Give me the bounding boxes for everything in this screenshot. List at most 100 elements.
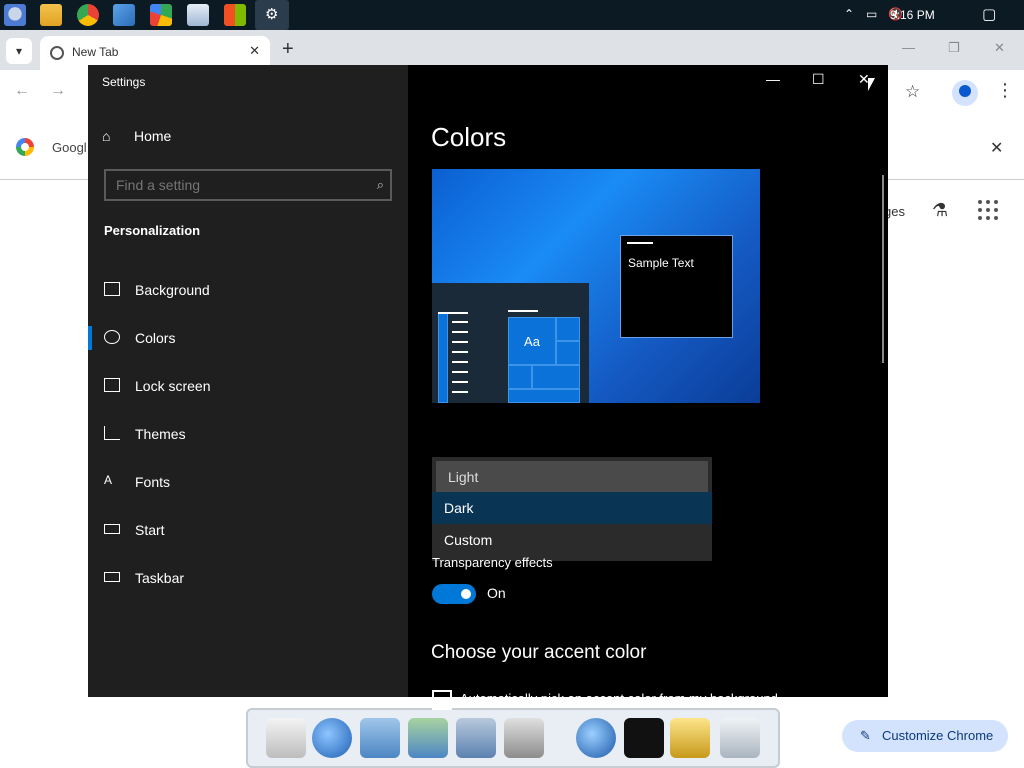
restore-browser-button[interactable]: ❐: [948, 40, 960, 56]
back-icon[interactable]: ←: [14, 82, 30, 100]
preview-line: [452, 341, 468, 343]
auto-accent-label: Automatically pick an accent color from …: [460, 691, 778, 706]
start-icon: [104, 524, 120, 534]
find-setting-search: ⌕: [104, 169, 392, 201]
folder-icon[interactable]: [360, 718, 400, 758]
network-icon[interactable]: [187, 4, 209, 26]
windows-logo-icon[interactable]: [224, 4, 246, 26]
close-browser-button[interactable]: ✕: [994, 40, 1005, 56]
apps-grid-icon[interactable]: [978, 200, 1000, 222]
info-bar-text: Googl: [52, 140, 87, 155]
file-explorer-icon[interactable]: [40, 4, 62, 26]
nav-item-label: Lock screen: [135, 378, 211, 394]
nav-item-label: Themes: [135, 426, 186, 442]
preview-line: [452, 391, 468, 393]
auto-accent-checkbox[interactable]: [432, 690, 452, 710]
preview-start-menu: Aa: [432, 283, 589, 403]
home-link[interactable]: ⌂ Home: [102, 128, 171, 144]
utilities-icon[interactable]: [504, 718, 544, 758]
dock: [246, 708, 780, 768]
color-preview: Sample Text Aa: [432, 169, 760, 403]
nav-item-label: Fonts: [135, 474, 171, 490]
preview-line: [508, 310, 538, 312]
preview-title-bar: [627, 242, 653, 244]
taskbar-icon: [104, 572, 120, 582]
nav-item-fonts[interactable]: A Fonts: [88, 462, 408, 502]
maximize-icon[interactable]: ☐: [812, 71, 825, 88]
preview-line: [452, 351, 468, 353]
sample-text: Sample Text: [628, 256, 694, 270]
window-title: Settings: [102, 75, 146, 89]
toggle-state: On: [487, 585, 506, 601]
nav-item-start[interactable]: Start: [88, 510, 408, 550]
nav-item-lock-screen[interactable]: Lock screen: [88, 366, 408, 406]
nav-item-label: Colors: [135, 330, 176, 346]
tools-icon[interactable]: [670, 718, 710, 758]
web-globe-icon[interactable]: [312, 718, 352, 758]
preview-line: [438, 312, 468, 314]
customize-chrome-button[interactable]: ✎ Customize Chrome: [842, 720, 1008, 752]
play-store-icon[interactable]: [150, 4, 172, 26]
section-title: Personalization: [104, 223, 201, 238]
nav-item-taskbar[interactable]: Taskbar: [88, 558, 408, 598]
accent-title: Choose your accent color: [431, 642, 647, 663]
desktop: ⚙ ⌃ ▭ 🔇 9:16 PM ▢ ▾ New Tab ✕ + — ❐ ✕ ← …: [0, 0, 1024, 768]
menu-kebab-icon[interactable]: ⋮: [996, 80, 1014, 101]
preview-line: [452, 371, 468, 373]
preview-line: [452, 321, 468, 323]
browser-tab-strip: ▾ New Tab ✕ + — ❐ ✕: [0, 30, 1024, 70]
nav-item-label: Start: [135, 522, 165, 538]
color-mode-dropdown[interactable]: Light Dark Custom: [432, 457, 712, 561]
search-icon[interactable]: ⌕: [377, 177, 384, 193]
preview-tile: [508, 389, 580, 403]
nav-item-colors[interactable]: Colors: [88, 318, 408, 358]
palette-icon: [104, 330, 120, 344]
home-icon: ⌂: [102, 128, 111, 144]
shared-folder-icon[interactable]: [408, 718, 448, 758]
images-folder-icon[interactable]: [456, 718, 496, 758]
trash-icon[interactable]: [720, 718, 760, 758]
tshirt-icon[interactable]: [624, 718, 664, 758]
notification-icon[interactable]: ▢: [982, 5, 996, 23]
minimize-browser-button[interactable]: —: [902, 40, 915, 55]
network-globe-icon[interactable]: [576, 718, 616, 758]
preview-tile: [556, 317, 580, 341]
chrome-icon[interactable]: [77, 4, 99, 26]
chevron-up-icon[interactable]: ⌃: [844, 7, 854, 21]
new-tab-button[interactable]: +: [282, 38, 294, 61]
transparency-toggle[interactable]: [432, 584, 476, 604]
nav-item-background[interactable]: Background: [88, 270, 408, 310]
finder-icon[interactable]: [4, 4, 26, 26]
preview-line: [452, 361, 468, 363]
text-editor-icon[interactable]: [266, 718, 306, 758]
bookmark-star-icon[interactable]: ☆: [905, 82, 920, 102]
tab-search-button[interactable]: ▾: [6, 38, 32, 64]
preview-tile: [556, 341, 580, 365]
nav-item-label: Taskbar: [135, 570, 185, 586]
minimize-icon[interactable]: —: [766, 71, 780, 87]
photos-icon[interactable]: [113, 4, 135, 26]
mouse-cursor-icon: [868, 78, 875, 91]
profile-avatar-icon[interactable]: [952, 80, 978, 106]
preview-line: [452, 381, 468, 383]
labs-flask-icon[interactable]: ⚗: [932, 200, 948, 221]
google-icon: [16, 138, 34, 156]
forward-icon[interactable]: →: [50, 82, 66, 100]
close-tab-icon[interactable]: ✕: [249, 43, 260, 59]
network-tray-icon[interactable]: ▭: [866, 7, 877, 21]
nav-item-label: Background: [135, 282, 210, 298]
scrollbar-thumb[interactable]: [882, 175, 884, 363]
option-light[interactable]: Light: [436, 461, 708, 493]
nav-item-themes[interactable]: Themes: [88, 414, 408, 454]
preview-tile: [438, 313, 448, 403]
monitor-icon: [104, 378, 120, 392]
option-dark[interactable]: Dark: [432, 492, 712, 524]
search-input[interactable]: [106, 171, 366, 199]
settings-nav-pane: Settings ⌂ Home ⌕ Personalization Backgro…: [88, 65, 408, 697]
image-icon: [104, 282, 120, 296]
info-bar-close-icon[interactable]: ✕: [990, 138, 1003, 158]
settings-window: Settings ⌂ Home ⌕ Personalization Backgro…: [88, 65, 888, 710]
settings-icon[interactable]: ⚙: [255, 0, 289, 30]
clock[interactable]: 9:16 PM: [890, 8, 935, 22]
option-custom[interactable]: Custom: [432, 524, 712, 556]
